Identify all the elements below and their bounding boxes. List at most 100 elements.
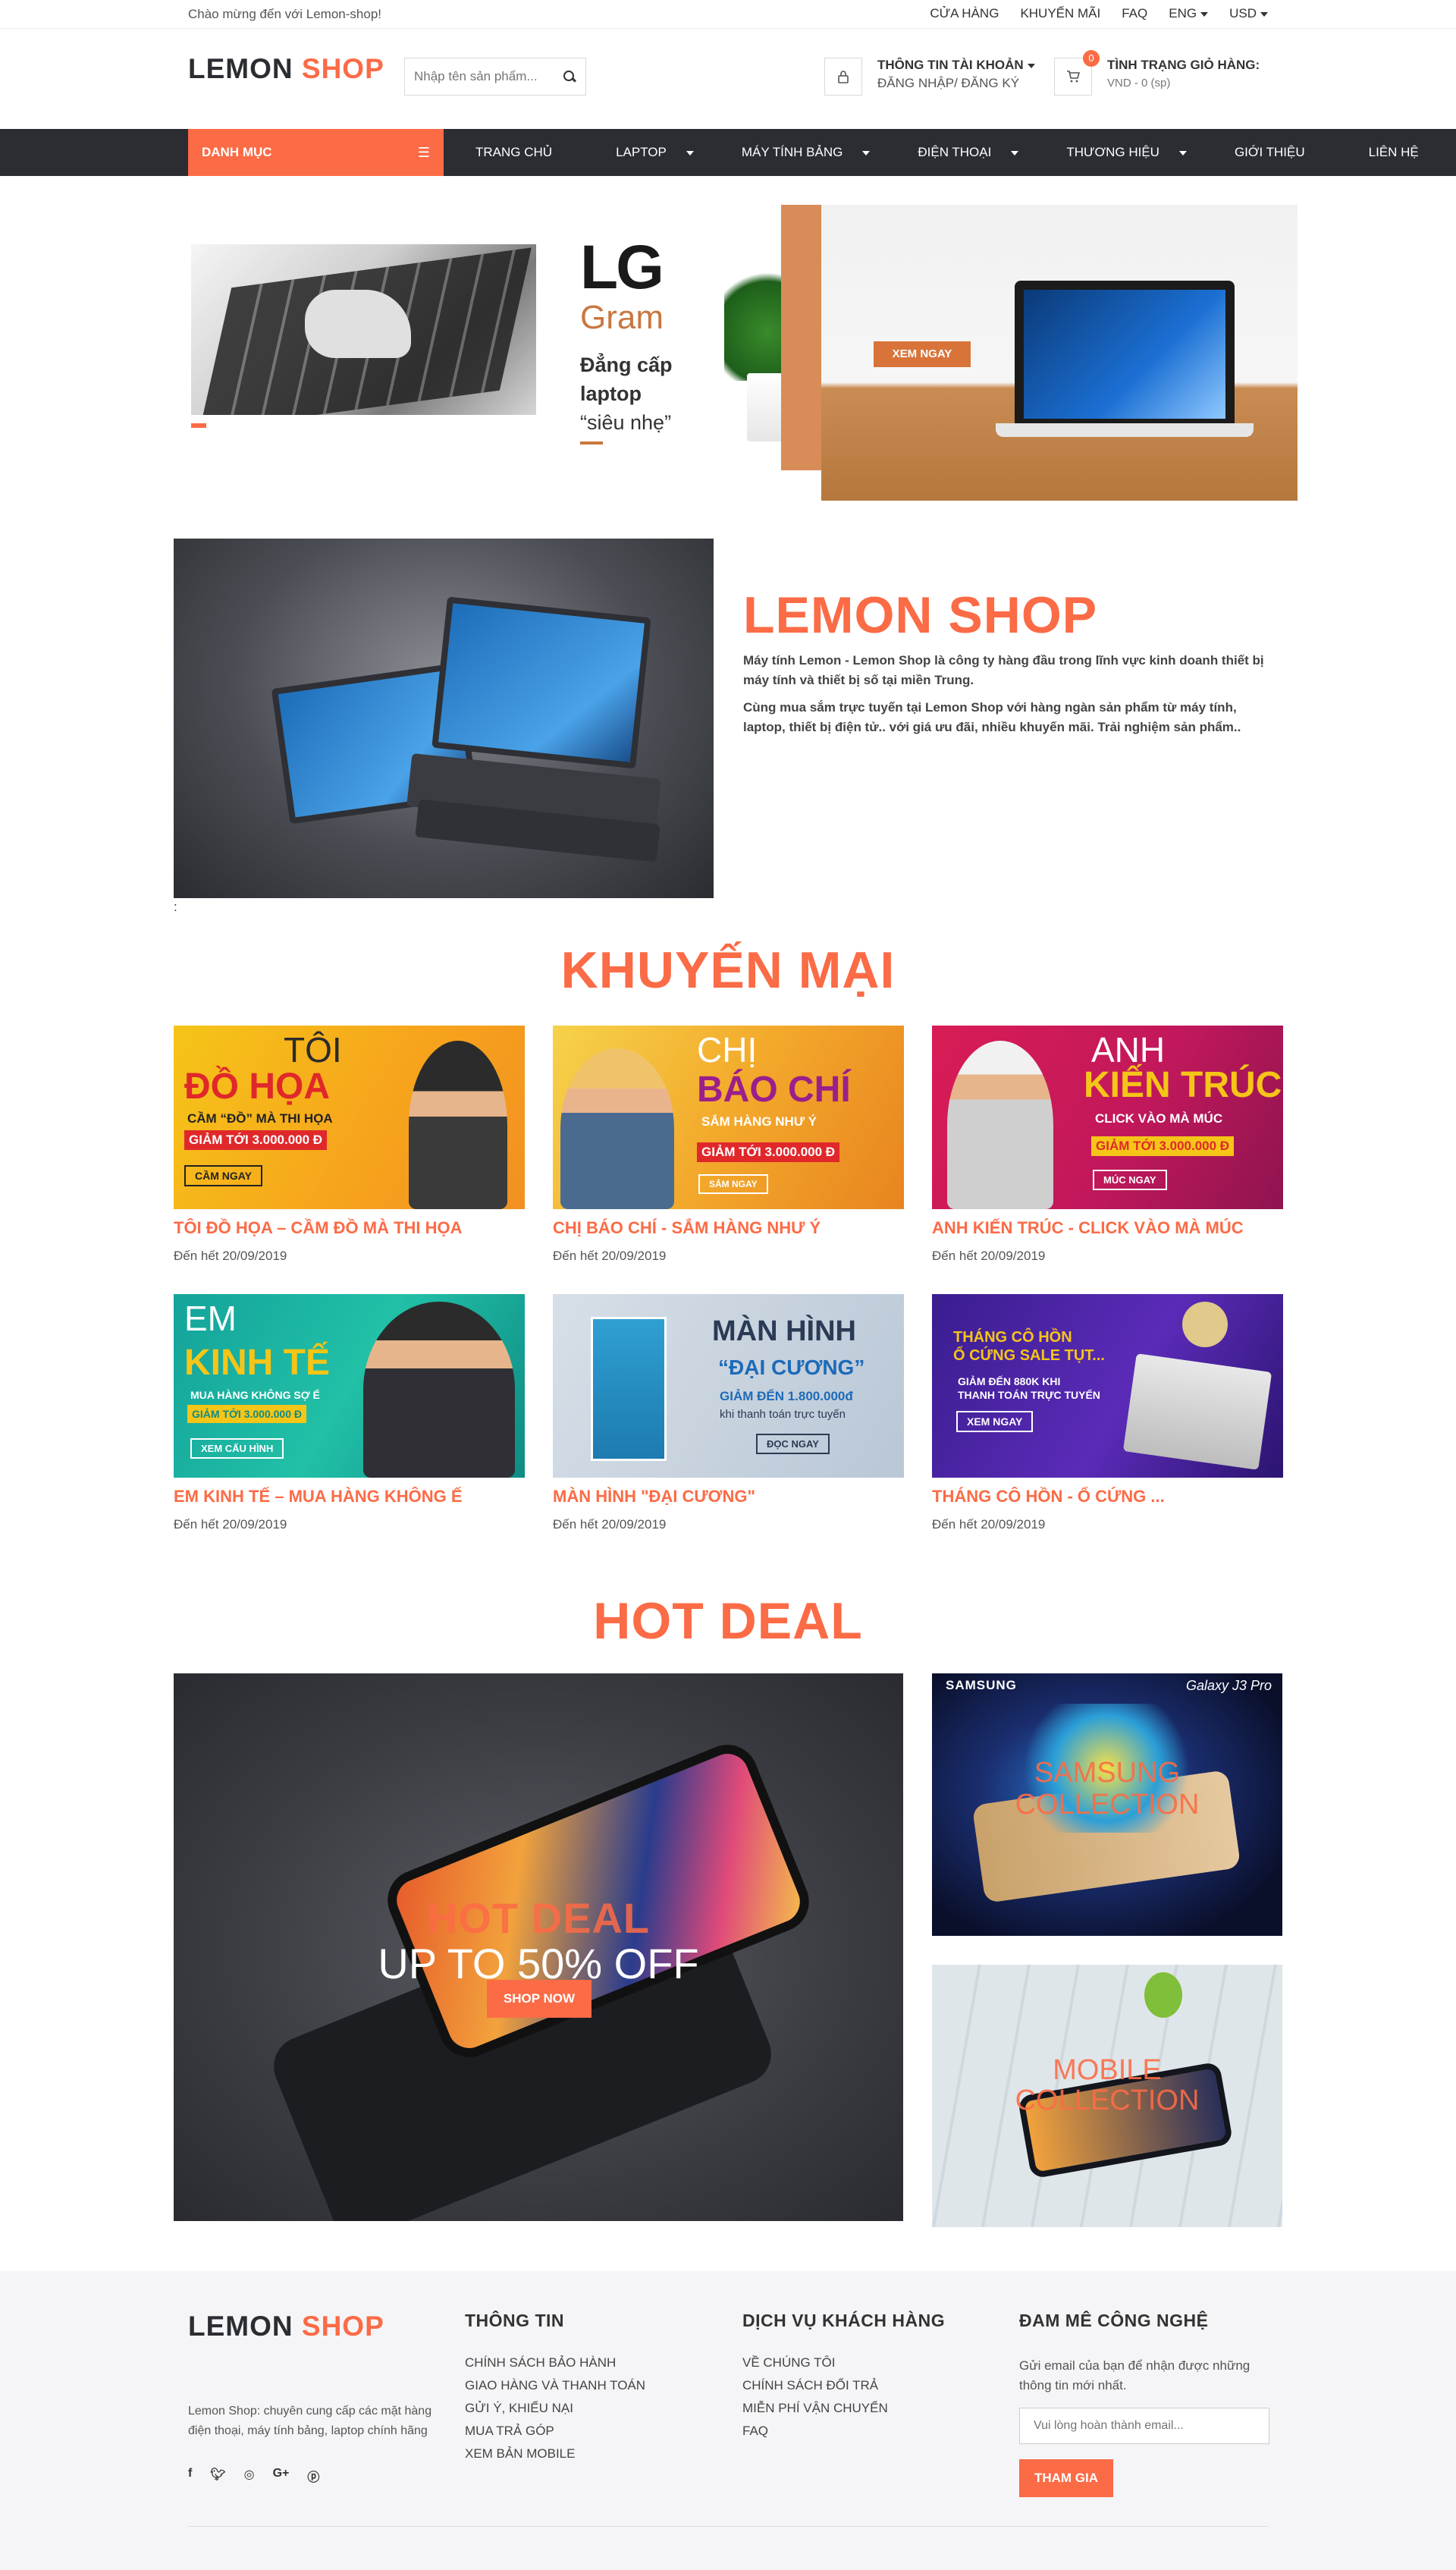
chevron-down-icon (1260, 11, 1268, 17)
promo-title[interactable]: MÀN HÌNH "ĐẠI CƯƠNG" (553, 1487, 904, 1506)
newsletter-title: ĐAM MÊ CÔNG NGHỆ (1019, 2311, 1209, 2330)
newsletter-subscribe-button[interactable]: THAM GIA (1019, 2459, 1113, 2497)
hero-slider: LG Gram Đẳng cấp laptop “siêu nhẹ” XEM N… (0, 176, 1456, 533)
banner-text: GIẢM TỚI 3.000.000 Đ (1091, 1136, 1235, 1156)
top-link-store[interactable]: CỬA HÀNG (930, 6, 999, 21)
promo-title[interactable]: THÁNG CÔ HỒN - Ổ CỨNG ... (932, 1487, 1283, 1506)
promo-banner[interactable]: CHỊ BÁO CHÍ SẮM HÀNG NHƯ Ý GIẢM TỚI 3.00… (553, 1026, 904, 1209)
nav-item-home[interactable]: TRANG CHỦ (444, 145, 584, 160)
samsung-collection-banner[interactable]: SAMSUNG Galaxy J3 Pro SAMSUNG COLLECTION (932, 1673, 1282, 1936)
promo-card[interactable]: ANH KIẾN TRÚC CLICK VÀO MÀ MÚC GIẢM TỚI … (932, 1026, 1283, 1264)
account-title: THÔNG TIN TÀI KHOẢN (877, 58, 1024, 72)
footer-divider (188, 2526, 1268, 2527)
welcome-text: Chào mừng đến với Lemon-shop! (188, 7, 381, 21)
banner-text: KIẾN TRÚC (1084, 1065, 1282, 1105)
newsletter-email-input[interactable] (1019, 2408, 1269, 2444)
user-lock-icon[interactable] (824, 58, 862, 96)
cart-status[interactable]: TÌNH TRẠNG GIỎ HÀNG: VND - 0 (sp) (1107, 56, 1260, 93)
promo-title[interactable]: CHỊ BÁO CHÍ - SẮM HÀNG NHƯ Ý (553, 1218, 904, 1238)
hotdeal-title: HOT DEAL (593, 1592, 863, 1650)
nav-label: MÁY TÍNH BẢNG (741, 145, 843, 159)
hero-brand: LG (580, 233, 664, 302)
samsung-brand-text: SAMSUNG (946, 1678, 1017, 1692)
samsung-model-text: Galaxy J3 Pro (1185, 1678, 1272, 1693)
nav-item-tablet[interactable]: MÁY TÍNH BẢNG (710, 145, 886, 160)
decor-panel (781, 205, 823, 470)
search-icon[interactable] (563, 70, 576, 83)
promo-date: Đến hết 20/09/2019 (932, 1517, 1046, 1532)
promo-title[interactable]: TÔI ĐỒ HỌA – CẦM ĐỒ MÀ THI HỌA (174, 1218, 525, 1238)
chevron-down-icon (686, 150, 694, 156)
slider-indicator[interactable] (191, 423, 206, 428)
banner-text: TÔI (284, 1030, 342, 1070)
promo-banner[interactable]: TÔI ĐỒ HỌA CẦM “ĐỒ” MÀ THI HỌA GIẢM TỚI … (174, 1026, 525, 1209)
main-nav: DANH MỤC ☰ TRANG CHỦ LAPTOP MÁY TÍNH BẢN… (0, 129, 1456, 176)
banner-text: Ổ CỨNG SALE TỤT... (953, 1347, 1105, 1364)
search-input[interactable] (414, 69, 551, 84)
banner-text: GIẢM ĐẾN 1.800.000đ (720, 1389, 853, 1403)
banner-text: GIẢM TỚI 3.000.000 Đ (187, 1405, 306, 1423)
banner-text: MUA HÀNG KHÔNG SỢ Ế (190, 1389, 320, 1401)
hotdeal-main-banner[interactable]: HOT DEAL UP TO 50% OFF SHOP NOW (174, 1673, 903, 2221)
hero-product: Gram (580, 299, 664, 336)
footer-link[interactable]: VỀ CHÚNG TÔI (742, 2352, 888, 2374)
mobile-collection-banner[interactable]: MOBILE COLLECTION (932, 1965, 1282, 2227)
nav-item-phone[interactable]: ĐIỆN THOẠI (886, 145, 1034, 160)
account-menu[interactable]: THÔNG TIN TÀI KHOẢN ĐĂNG NHẬP/ ĐĂNG KÝ (877, 56, 1035, 93)
promo-card[interactable]: TÔI ĐỒ HỌA CẦM “ĐỒ” MÀ THI HỌA GIẢM TỚI … (174, 1026, 525, 1264)
site-logo[interactable]: LEMON SHOP (188, 53, 384, 85)
instagram-icon[interactable]: ◎ (244, 2467, 255, 2485)
currency-select[interactable]: USD (1229, 6, 1268, 21)
promo-title[interactable]: ANH KIẾN TRÚC - CLICK VÀO MÀ MÚC (932, 1218, 1283, 1238)
top-link-promotions[interactable]: KHUYẾN MÃI (1020, 6, 1100, 21)
login-register-link[interactable]: ĐĂNG NHẬP/ ĐĂNG KÝ (877, 74, 1035, 93)
footer-logo[interactable]: LEMON SHOP (188, 2311, 384, 2342)
nav-label: LIÊN HỆ (1368, 145, 1419, 159)
list-icon: ☰ (417, 144, 430, 160)
promo-banner[interactable]: THÁNG CÔ HỒN Ổ CỨNG SALE TỤT... GIẢM ĐẾN… (932, 1294, 1283, 1478)
nav-item-contact[interactable]: LIÊN HỆ (1337, 145, 1451, 160)
footer-link[interactable]: XEM BẢN MOBILE (465, 2443, 645, 2465)
footer-link[interactable]: FAQ (742, 2420, 888, 2443)
promo-banner[interactable]: EM KINH TẾ MUA HÀNG KHÔNG SỢ Ế GIẢM TỚI … (174, 1294, 525, 1478)
category-menu-button[interactable]: DANH MỤC ☰ (188, 129, 444, 176)
nav-item-about[interactable]: GIỚI THIỆU (1203, 145, 1337, 160)
banner-text: CHỊ (697, 1030, 758, 1070)
banner-text: “ĐẠI CƯƠNG” (718, 1356, 865, 1379)
promo-card[interactable]: EM KINH TẾ MUA HÀNG KHÔNG SỢ Ế GIẢM TỚI … (174, 1294, 525, 1532)
promo-card[interactable]: MÀN HÌNH “ĐẠI CƯƠNG” GIẢM ĐẾN 1.800.000đ… (553, 1294, 904, 1532)
promo-card[interactable]: CHỊ BÁO CHÍ SẮM HÀNG NHƯ Ý GIẢM TỚI 3.00… (553, 1026, 904, 1264)
promo-banner[interactable]: ANH KIẾN TRÚC CLICK VÀO MÀ MÚC GIẢM TỚI … (932, 1026, 1283, 1209)
banner-text: THÁNG CÔ HỒN (953, 1329, 1072, 1346)
banner-button: CẦM NGAY (184, 1165, 262, 1186)
promo-card[interactable]: THÁNG CÔ HỒN Ổ CỨNG SALE TỤT... GIẢM ĐẾN… (932, 1294, 1283, 1532)
banner-text: THANH TOÁN TRỰC TUYẾN (958, 1389, 1100, 1401)
nav-item-laptop[interactable]: LAPTOP (584, 145, 710, 160)
hero-tagline: Đẳng cấp (580, 353, 673, 376)
banner-text: BÁO CHÍ (697, 1070, 851, 1110)
twitter-icon[interactable]: 🐦︎ (210, 2467, 225, 2485)
shop-now-button[interactable]: SHOP NOW (487, 1980, 592, 2018)
search-box (404, 58, 586, 96)
footer-link[interactable]: CHÍNH SÁCH ĐỔI TRẢ (742, 2374, 888, 2397)
top-link-faq[interactable]: FAQ (1122, 6, 1147, 21)
hotdeal-headline: HOT DEAL (426, 1894, 651, 1942)
facebook-icon[interactable]: f (188, 2467, 192, 2485)
nav-item-brands[interactable]: THƯƠNG HIỆU (1034, 145, 1203, 160)
footer-link[interactable]: MUA TRẢ GÓP (465, 2420, 645, 2443)
footer-link[interactable]: GIAO HÀNG VÀ THANH TOÁN (465, 2374, 645, 2397)
google-plus-icon[interactable]: G+ (273, 2467, 290, 2485)
collection-caption: SAMSUNG (1034, 1757, 1181, 1789)
promo-title[interactable]: EM KINH TẾ – MUA HÀNG KHÔNG Ế (174, 1487, 525, 1506)
about-section: LEMON SHOP Máy tính Lemon - Lemon Shop l… (0, 539, 1456, 914)
hero-cta-button[interactable]: XEM NGAY (874, 341, 971, 367)
hero-text: LG Gram Đẳng cấp laptop “siêu nhẹ” (580, 237, 673, 445)
promo-banner[interactable]: MÀN HÌNH “ĐẠI CƯƠNG” GIẢM ĐẾN 1.800.000đ… (553, 1294, 904, 1478)
footer-link[interactable]: MIỄN PHÍ VẬN CHUYỂN (742, 2397, 888, 2420)
footer-link[interactable]: CHÍNH SÁCH BẢO HÀNH (465, 2352, 645, 2374)
logo-text-primary: LEMON (188, 2311, 293, 2342)
footer-service-links: VỀ CHÚNG TÔI CHÍNH SÁCH ĐỔI TRẢ MIỄN PHÍ… (742, 2352, 888, 2443)
pinterest-icon[interactable]: ⓟ (307, 2467, 319, 2485)
language-select[interactable]: ENG (1169, 6, 1209, 21)
footer-link[interactable]: GỬI Ý, KHIẾU NẠI (465, 2397, 645, 2420)
